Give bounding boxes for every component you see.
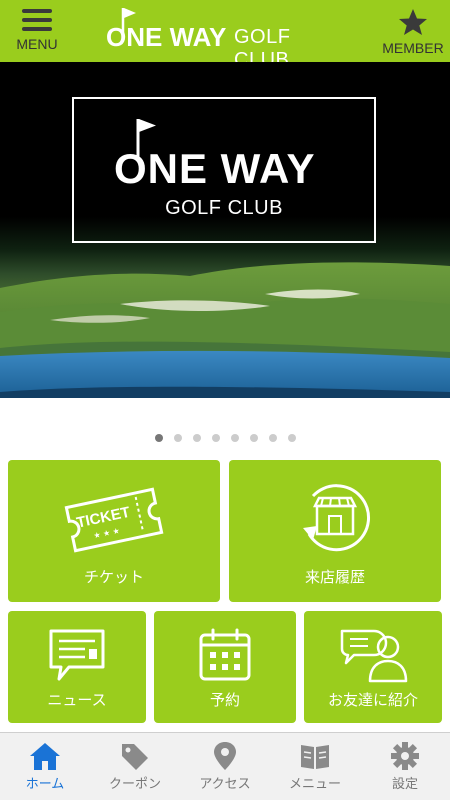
menu-label: MENU (16, 36, 58, 52)
news-tile[interactable]: ニュース (8, 611, 146, 723)
hero-banner[interactable]: ONE WAY GOLF CLUB (0, 62, 450, 398)
carousel-dot[interactable] (287, 434, 296, 442)
ticket-icon-text: TICKET (75, 504, 132, 532)
book-icon (301, 745, 329, 769)
nav-settings-label: 設定 (391, 777, 418, 792)
hero-logo-box: ONE WAY GOLF CLUB (72, 97, 376, 243)
carousel-dot[interactable] (173, 434, 182, 442)
nav-coupon-label: クーポン (108, 777, 161, 792)
carousel-indicator (0, 434, 450, 444)
gear-icon (391, 742, 419, 770)
carousel-dot[interactable] (192, 434, 201, 442)
nav-menu[interactable]: メニュー (270, 733, 360, 800)
member-button[interactable]: MEMBER (380, 0, 446, 62)
app-header: MENU ONE WAY GOLF CLUB MEMBER (0, 0, 450, 71)
ticket-icon: TICKET ★ ★ ★ (64, 487, 164, 553)
hamburger-icon (22, 9, 52, 31)
carousel-dot[interactable] (211, 434, 220, 442)
ticket-tile-label: チケット (83, 568, 144, 586)
nav-coupon[interactable]: クーポン (90, 733, 180, 800)
carousel-dot[interactable] (230, 434, 239, 442)
bottom-navigation: ホーム クーポン アクセス メニュー 設定 (0, 732, 450, 800)
carousel-dot[interactable] (268, 434, 277, 442)
nav-access[interactable]: アクセス (180, 733, 270, 800)
carousel-dot[interactable] (154, 434, 163, 442)
nav-home-label: ホーム (25, 777, 65, 792)
star-icon (399, 9, 427, 35)
nav-menu-label: メニュー (288, 777, 341, 792)
header-logo: ONE WAY GOLF CLUB (106, 6, 346, 71)
nav-home[interactable]: ホーム (0, 733, 90, 800)
member-label: MEMBER (382, 40, 444, 56)
hero-logo-sub: GOLF CLUB (165, 197, 283, 219)
friend-referral-icon (340, 629, 408, 683)
ticket-tile[interactable]: TICKET ★ ★ ★ チケット (8, 460, 220, 602)
coupon-tag-icon (122, 744, 148, 770)
nav-access-label: アクセス (199, 777, 251, 792)
store-history-icon (303, 484, 371, 552)
header-logo-main: ONE WAY (106, 22, 227, 52)
nav-settings[interactable]: 設定 (360, 733, 450, 800)
reservation-tile[interactable]: 予約 (154, 611, 296, 723)
news-icon (49, 629, 105, 681)
news-tile-label: ニュース (47, 691, 107, 709)
visit-history-tile[interactable]: 来店履歴 (229, 460, 441, 602)
reservation-tile-label: 予約 (209, 691, 240, 709)
home-icon (30, 743, 60, 770)
calendar-icon (199, 628, 251, 681)
friend-referral-tile[interactable]: お友達に紹介 (304, 611, 442, 723)
carousel-dot[interactable] (249, 434, 258, 442)
visit-history-tile-label: 来店履歴 (304, 568, 365, 586)
ticket-icon-stars: ★ ★ ★ (93, 526, 121, 540)
map-pin-icon (214, 742, 236, 770)
menu-button[interactable]: MENU (6, 0, 68, 62)
friend-referral-tile-label: お友達に紹介 (327, 691, 418, 709)
hero-logo-main: ONE WAY (114, 145, 316, 192)
